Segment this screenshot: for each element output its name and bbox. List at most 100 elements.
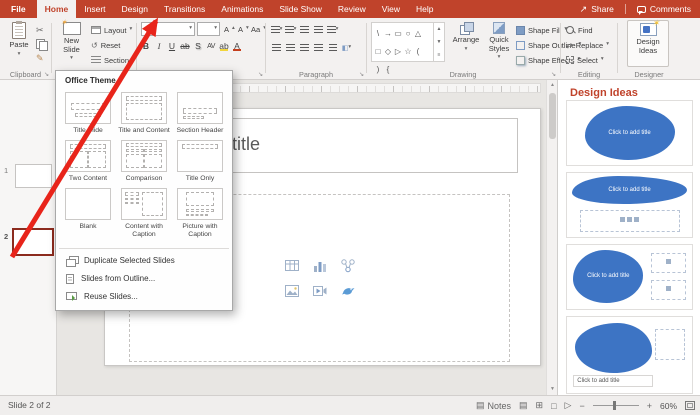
zoom-slider-thumb[interactable]	[613, 401, 616, 410]
font-size-select[interactable]: ▾	[197, 22, 220, 36]
slide-1-thumbnail[interactable]	[15, 164, 52, 188]
layout-option-two-content[interactable]: Two Content	[60, 137, 116, 185]
insert-table-icon[interactable]	[284, 258, 300, 274]
design-suggestion-2[interactable]: Click to add title	[566, 172, 693, 238]
paragraph-dialog-launcher[interactable]: ↘	[359, 72, 364, 78]
format-painter-button[interactable]: ✎	[36, 52, 44, 64]
menu-item-reuse-slides[interactable]: Reuse Slides...	[56, 288, 232, 305]
drawing-dialog-launcher[interactable]: ↘	[551, 72, 556, 78]
normal-view-button[interactable]: ▤	[519, 400, 528, 411]
tab-review[interactable]: Review	[330, 0, 374, 18]
shapes-gallery[interactable]: \ → ▭ ○ △ □ ◇ ▷ ☆ ( ) { ▲ ▼ ≡	[371, 22, 445, 62]
tab-design[interactable]: Design	[114, 0, 156, 18]
stock-images-icon[interactable]	[340, 283, 356, 299]
grow-font-button[interactable]: A▴	[224, 23, 235, 35]
shape-paren-left-icon[interactable]: (	[413, 42, 423, 60]
convert-to-smartart-button[interactable]: ◧▾	[340, 42, 353, 54]
shapes-scroll-down-icon[interactable]: ▼	[434, 36, 444, 49]
comments-button[interactable]: Comments	[637, 4, 691, 14]
shrink-font-button[interactable]: A▾	[238, 23, 249, 35]
slide-sorter-view-button[interactable]: ⊞	[536, 400, 544, 411]
font-color-button[interactable]: A	[231, 40, 243, 52]
strikethrough-button[interactable]: ab	[179, 40, 191, 52]
insert-picture-icon[interactable]	[284, 283, 300, 299]
design-suggestion-3[interactable]: Click to add title	[566, 244, 693, 310]
layout-option-comparison[interactable]: Comparison	[116, 137, 172, 185]
shape-arrow-icon[interactable]: →	[383, 24, 393, 42]
insert-video-icon[interactable]	[312, 283, 328, 299]
shape-diamond-icon[interactable]: ◇	[383, 42, 393, 60]
tab-slide-show[interactable]: Slide Show	[271, 0, 330, 18]
design-suggestion-4[interactable]: Click to add title	[566, 316, 693, 394]
shape-line-icon[interactable]: \	[373, 24, 383, 42]
layout-option-section-header[interactable]: Section Header	[172, 89, 228, 137]
highlight-color-button[interactable]: ab	[218, 40, 230, 52]
shapes-scroll-up-icon[interactable]: ▲	[434, 23, 444, 36]
bold-button[interactable]: B	[140, 40, 152, 52]
design-suggestion-1[interactable]: Click to add title	[566, 100, 693, 166]
font-name-select[interactable]: ▾	[141, 22, 195, 36]
slide-2-thumbnail[interactable]	[12, 228, 54, 256]
notes-button[interactable]: ▤Notes	[476, 400, 511, 411]
insert-smartart-icon[interactable]	[340, 258, 356, 274]
tab-help[interactable]: Help	[408, 0, 441, 18]
design-ideas-button[interactable]: Design Ideas	[627, 20, 669, 67]
align-left-button[interactable]	[270, 42, 283, 54]
tab-home[interactable]: Home	[37, 0, 77, 18]
zoom-in-button[interactable]: +	[647, 401, 652, 411]
layout-button[interactable]: Layout▾	[91, 24, 132, 36]
paste-button[interactable]: Paste ▾	[5, 20, 33, 57]
tab-file[interactable]: File	[0, 0, 37, 18]
italic-button[interactable]: I	[153, 40, 165, 52]
copy-button[interactable]	[36, 38, 46, 50]
new-slide-button[interactable]: New Slide ▾	[55, 20, 88, 62]
shape-triangle-icon[interactable]: △	[413, 24, 423, 42]
font-dialog-launcher[interactable]: ↘	[258, 72, 263, 78]
line-spacing-button[interactable]: ▾	[326, 24, 339, 36]
layout-option-title-and-content[interactable]: Title and Content	[116, 89, 172, 137]
layout-option-content-with-caption[interactable]: Content with Caption	[116, 185, 172, 241]
scrollbar-thumb[interactable]	[549, 93, 556, 139]
layout-option-title-only[interactable]: Title Only	[172, 137, 228, 185]
zoom-level[interactable]: 60%	[660, 401, 677, 411]
reset-button[interactable]: ↺ Reset	[91, 39, 120, 51]
share-button[interactable]: ↗ Share	[580, 4, 614, 14]
canvas-scrollbar[interactable]: ▲ ▼	[546, 80, 557, 395]
section-button[interactable]: Section▾	[91, 54, 135, 66]
shape-pentagon-icon[interactable]: ▷	[393, 42, 403, 60]
change-case-button[interactable]: Aa▾	[251, 23, 266, 35]
shape-square-icon[interactable]: □	[373, 42, 383, 60]
select-button[interactable]: Select▾	[566, 54, 604, 66]
tab-insert[interactable]: Insert	[76, 0, 113, 18]
shape-rectangle-icon[interactable]: ▭	[393, 24, 403, 42]
slideshow-view-button[interactable]: ▷	[565, 400, 572, 411]
shapes-more-icon[interactable]: ≡	[434, 48, 444, 61]
columns-button[interactable]	[326, 42, 339, 54]
bullets-button[interactable]: ▾	[270, 24, 283, 36]
arrange-button[interactable]: Arrange ▾	[450, 20, 482, 52]
tab-animations[interactable]: Animations	[213, 0, 271, 18]
reading-view-button[interactable]: □	[551, 401, 556, 411]
tab-transitions[interactable]: Transitions	[156, 0, 213, 18]
clipboard-dialog-launcher[interactable]: ↘	[44, 72, 49, 78]
shapes-gallery-scrollbar[interactable]: ▲ ▼ ≡	[433, 23, 444, 61]
replace-button[interactable]: ⇄ Replace▾	[566, 39, 609, 51]
numbering-button[interactable]: ▾	[284, 24, 297, 36]
justify-button[interactable]	[312, 42, 325, 54]
layout-option-title-slide[interactable]: Title Slide	[60, 89, 116, 137]
underline-button[interactable]: U	[166, 40, 178, 52]
tab-view[interactable]: View	[374, 0, 408, 18]
find-button[interactable]: Find	[566, 24, 593, 36]
quick-styles-button[interactable]: Quick Styles ▾	[484, 20, 514, 61]
zoom-slider[interactable]	[593, 405, 639, 406]
layout-option-picture-with-caption[interactable]: Picture with Caption	[172, 185, 228, 241]
increase-indent-button[interactable]	[312, 24, 325, 36]
insert-chart-icon[interactable]	[312, 258, 328, 274]
zoom-out-button[interactable]: −	[579, 401, 584, 411]
fit-to-window-icon[interactable]	[685, 401, 695, 410]
cut-button[interactable]: ✂	[36, 24, 44, 36]
shape-star-icon[interactable]: ☆	[403, 42, 413, 60]
decrease-indent-button[interactable]	[298, 24, 311, 36]
shape-ellipse-icon[interactable]: ○	[403, 24, 413, 42]
menu-item-slides-from-outline[interactable]: Slides from Outline...	[56, 270, 232, 288]
